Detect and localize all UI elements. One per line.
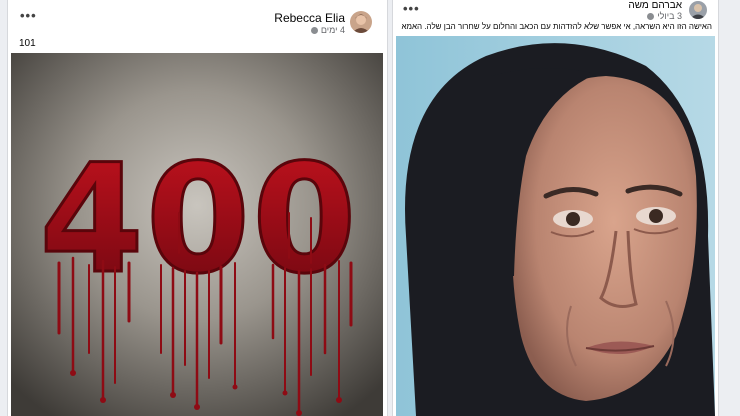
more-options-icon[interactable]: ••• <box>403 1 420 16</box>
post-image[interactable] <box>396 36 715 416</box>
avatar[interactable] <box>350 11 372 33</box>
post-author[interactable]: אברהם משה <box>628 0 682 11</box>
post-meta: 4 ימים <box>308 25 345 35</box>
avatar[interactable] <box>689 1 707 19</box>
post-author[interactable]: Rebecca Elia <box>274 11 345 25</box>
post-time[interactable]: 3 ביולי <box>657 11 682 21</box>
post-card-left: ••• Rebecca Elia 4 ימים 101 400 <box>7 0 388 416</box>
post-image[interactable]: 400 <box>11 53 383 416</box>
post-time[interactable]: 4 ימים <box>321 25 345 35</box>
post-meta: 3 ביולי <box>644 11 682 21</box>
globe-icon <box>310 27 318 35</box>
post-text: 101 <box>19 38 36 49</box>
globe-icon <box>647 13 655 21</box>
post-text: האישה הזו היא השראה, אי אפשר שלא להזדהות… <box>399 22 712 31</box>
more-options-icon[interactable]: ••• <box>20 8 37 23</box>
post-card-right: ••• אברהם משה 3 ביולי האישה הזו היא השרא… <box>392 0 719 416</box>
